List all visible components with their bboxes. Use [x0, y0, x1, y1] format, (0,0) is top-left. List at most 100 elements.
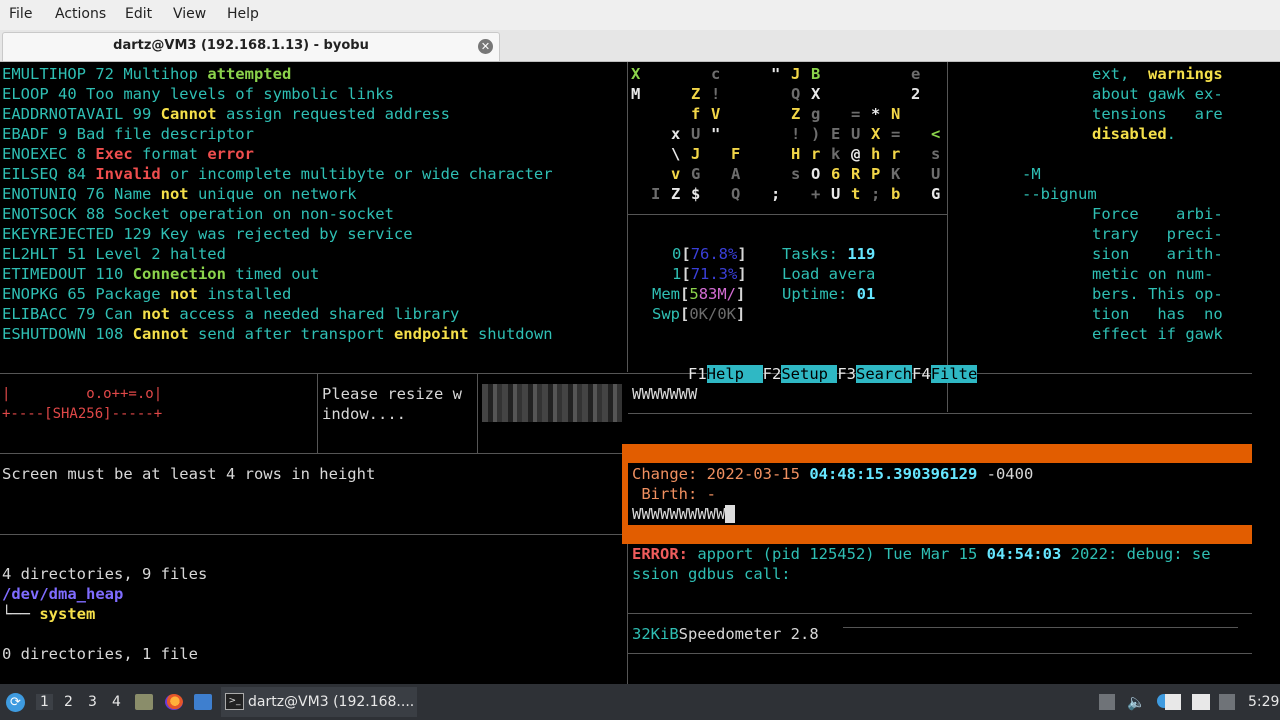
workspace-2[interactable]: 2	[64, 694, 73, 710]
firefox-icon[interactable]	[165, 694, 183, 710]
clipboard-icon[interactable]	[1165, 694, 1181, 710]
manpage-line: tensions are	[1092, 105, 1223, 123]
matrix-char: x	[671, 125, 681, 143]
manpage-line: Force arbi-	[1092, 205, 1223, 223]
taskbar-window-button[interactable]: >_ dartz@VM3 (192.168....	[221, 687, 417, 717]
terminal-icon: >_	[225, 693, 244, 710]
errno-line: ENOTUNIQ 76 Name not unique on network	[2, 185, 357, 203]
errno-line: EADDRNOTAVAIL 99 Cannot assign requested…	[2, 105, 450, 123]
matrix-char: v	[671, 165, 681, 183]
matrix-char: M	[631, 85, 641, 103]
matrix-char: =	[851, 105, 861, 123]
matrix-char: R	[851, 165, 861, 183]
matrix-char: O	[811, 165, 821, 183]
update-icon[interactable]	[1099, 694, 1115, 710]
menu-view[interactable]: View	[173, 6, 206, 22]
close-icon[interactable]: ✕	[478, 39, 493, 54]
workspace-4[interactable]: 4	[112, 694, 121, 710]
tree-summary: 4 directories, 9 files	[2, 565, 208, 583]
errno-line: EILSEQ 84 Invalid or incomplete multibyt…	[2, 165, 553, 183]
pane-divider	[0, 373, 1252, 374]
errno-line: ELOOP 40 Too many levels of symbolic lin…	[2, 85, 394, 103]
menu-actions[interactable]: Actions	[55, 6, 106, 22]
desktop-icon[interactable]	[194, 694, 212, 710]
matrix-char: J	[691, 145, 701, 163]
matrix-char: s	[931, 145, 941, 163]
pane-divider	[0, 534, 622, 535]
errno-line: ELIBACC 79 Can not access a needed share…	[2, 305, 460, 323]
start-menu-icon[interactable]: ⟳	[6, 693, 25, 712]
taskbar-window-label: dartz@VM3 (192.168....	[248, 694, 415, 710]
manpage-line: metic on num-	[1092, 265, 1214, 283]
display-icon[interactable]	[1192, 694, 1210, 710]
matrix-char: g	[811, 105, 821, 123]
matrix-char: K	[891, 165, 901, 183]
workspace-3[interactable]: 3	[88, 694, 97, 710]
matrix-char: !	[711, 85, 721, 103]
setup-key-button[interactable]: Setup	[781, 365, 838, 383]
matrix-char: 2	[911, 85, 921, 103]
matrix-char: =	[891, 125, 901, 143]
log-line: ssion gdbus call:	[632, 565, 791, 583]
search-key-button[interactable]: Search	[856, 365, 913, 383]
swap-meter: Swp[0K/0K]	[652, 305, 746, 323]
files-icon[interactable]	[135, 694, 153, 710]
tree-path: /dev/dma_heap	[2, 585, 124, 603]
help-key-button[interactable]: Help	[706, 365, 763, 383]
matrix-char: B	[811, 65, 821, 83]
matrix-char: 6	[831, 165, 841, 183]
menu-help[interactable]: Help	[227, 6, 259, 22]
matrix-char: *	[871, 105, 881, 123]
matrix-char: "	[711, 125, 721, 143]
errno-line: ENOEXEC 8 Exec format error	[2, 145, 254, 163]
matrix-char: $	[691, 185, 701, 203]
matrix-char: U	[851, 125, 861, 143]
manpage-option: --bignum	[1022, 185, 1097, 203]
pane-divider	[843, 627, 1238, 628]
filter-key-button[interactable]: Filte	[930, 365, 978, 383]
menu-edit[interactable]: Edit	[125, 6, 152, 22]
taskbar: ⟳ 1 2 3 4 >_ dartz@VM3 (192.168.... 🔈 5:…	[0, 684, 1280, 720]
matrix-char: P	[871, 165, 881, 183]
noise-image	[482, 384, 622, 422]
matrix-char: X	[871, 125, 881, 143]
manpage-line: effect if gawk	[1092, 325, 1223, 343]
w-pane-text: WWWWWWW	[632, 385, 698, 403]
matrix-char: t	[851, 185, 861, 203]
tree-child: └── system	[2, 605, 96, 623]
matrix-char: )	[811, 125, 821, 143]
pane-divider	[628, 413, 1252, 414]
screen-size-message: Screen must be at least 4 rows in height	[2, 465, 376, 483]
matrix-char: !	[791, 125, 801, 143]
tasks-count: Tasks: 119	[782, 245, 876, 263]
matrix-pane: X c " J B e M Z ! Q X 2 f V Z g = * N x …	[628, 62, 947, 212]
fkey-f4: F4	[912, 365, 931, 383]
manpage-line: about gawk ex-	[1092, 85, 1223, 103]
stat-change-line: Change: 2022-03-15 04:48:15.390396129 -0…	[632, 465, 1034, 483]
volume-icon[interactable]: 🔈	[1127, 694, 1146, 710]
clock[interactable]: 5:29	[1248, 694, 1279, 710]
randomart-line: +----[SHA256]-----+	[2, 406, 163, 422]
workspace-1[interactable]: 1	[36, 694, 53, 710]
speedometer-title: 32KiBSpeedometer 2.8	[632, 625, 819, 643]
menu-bar: File Actions Edit View Help	[0, 0, 1280, 31]
errno-line: EMULTIHOP 72 Multihop attempted	[2, 65, 292, 83]
network-icon[interactable]	[1219, 694, 1235, 710]
pane-divider	[317, 374, 318, 453]
matrix-char: h	[871, 145, 881, 163]
tab-title: dartz@VM3 (192.168.1.13) - byobu	[113, 38, 369, 53]
errno-line: ENOPKG 65 Package not installed	[2, 285, 292, 303]
matrix-char: U	[831, 185, 841, 203]
pane-divider	[0, 453, 622, 454]
terminal-area[interactable]: EMULTIHOP 72 Multihop attempted ELOOP 40…	[0, 62, 1280, 684]
terminal-tab[interactable]: dartz@VM3 (192.168.1.13) - byobu ✕	[2, 32, 500, 61]
load-average: Load avera	[782, 265, 876, 283]
errno-line: EBADF 9 Bad file descriptor	[2, 125, 254, 143]
pane-divider	[628, 613, 1252, 614]
matrix-char: E	[831, 125, 841, 143]
cpu0-meter: 0[76.8%]	[672, 245, 747, 263]
matrix-char: Z	[691, 85, 701, 103]
menu-file[interactable]: File	[9, 6, 32, 22]
errno-line: EKEYREJECTED 129 Key was rejected by ser…	[2, 225, 413, 243]
matrix-char: b	[891, 185, 901, 203]
